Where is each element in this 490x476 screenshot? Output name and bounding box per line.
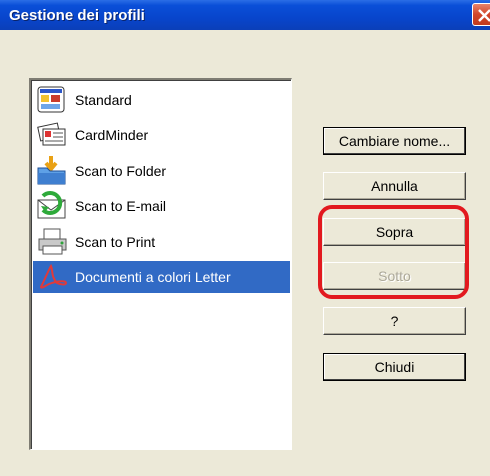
email-icon xyxy=(37,191,66,219)
list-item[interactable]: Scan to E-mail xyxy=(33,190,290,222)
cardminder-icon xyxy=(37,122,66,146)
folder-icon xyxy=(37,156,66,185)
profile-label: CardMinder xyxy=(75,127,149,143)
pdf-icon xyxy=(39,264,68,289)
cancel-button[interactable]: Annulla xyxy=(323,172,466,200)
profile-label: Scan to E-mail xyxy=(75,198,167,214)
profile-label: Standard xyxy=(75,92,132,108)
profile-label: Scan to Print xyxy=(75,234,156,250)
list-item[interactable]: Standard xyxy=(33,84,290,116)
window-title: Gestione dei profili xyxy=(9,7,145,24)
standard-profile-icon xyxy=(37,86,65,113)
close-window-button[interactable] xyxy=(472,3,490,26)
list-item-selected[interactable]: Documenti a colori Letter xyxy=(33,261,290,293)
profile-list[interactable]: Standard CardMinder Scan to Folder Scan … xyxy=(29,78,292,450)
profile-label: Documenti a colori Letter xyxy=(75,269,231,285)
highlight-ring xyxy=(318,205,469,299)
close-button[interactable]: Chiudi xyxy=(323,353,466,381)
rename-button[interactable]: Cambiare nome... xyxy=(323,127,466,155)
printer-icon xyxy=(38,228,67,255)
list-item[interactable]: CardMinder xyxy=(33,119,290,151)
list-item[interactable]: Scan to Folder xyxy=(33,155,290,187)
title-bar[interactable]: Gestione dei profili xyxy=(0,0,490,30)
help-button[interactable]: ? xyxy=(323,307,466,335)
profile-label: Scan to Folder xyxy=(75,163,167,179)
list-item[interactable]: Scan to Print xyxy=(33,226,290,258)
close-icon xyxy=(478,9,490,22)
